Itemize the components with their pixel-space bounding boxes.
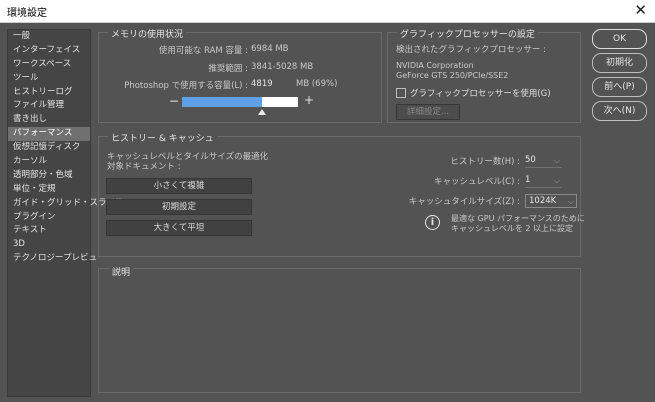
big-and-flat-button[interactable]: 大きくて平坦 [106,220,252,236]
sidebar-item[interactable]: ガイド・グリッド・スライス [8,197,123,211]
sidebar-item[interactable]: ファイル管理 [8,99,90,113]
sidebar-item[interactable]: カーソル [8,155,90,169]
gpu-tip-line2: キャッシュレベルを 2 以上に設定 [451,224,574,233]
ideal-range-value: 3841-5028 MB [251,62,314,72]
history-states-value: 50 [525,155,536,165]
use-gpu-label[interactable]: グラフィックプロセッサーを使用(G) [410,87,551,99]
cache-levels-dropdown[interactable]: 1 ⌵ [525,174,562,188]
cache-tile-size-label: キャッシュタイルサイズ(Z) : [408,197,520,207]
gpu-settings-title: グラフィックプロセッサーの設定 [397,27,538,40]
memory-usage-group: メモリの使用状況 使用可能な RAM 容量 : 6984 MB 推奨範囲 : 3… [98,27,382,123]
sidebar-item[interactable]: 仮想記憶ディスク [8,141,90,155]
gpu-settings-group: グラフィックプロセッサーの設定 検出されたグラフィックプロセッサー : NVID… [387,27,581,123]
gpu-model: GeForce GTS 250/PCIe/SSE2 [396,71,509,80]
dialog-body: 一般 インターフェイス ワークスペース ツール ヒストリーログ ファイル管理 書き出し パフォ… [0,23,655,402]
sidebar-item[interactable]: 透明部分・色域 [8,169,90,183]
memory-use-label: Photoshop で使用する容量(L) : [124,81,248,91]
memory-slider-fill [182,97,262,107]
cache-tile-size-dropdown[interactable]: 1024K ⌵ [525,194,577,208]
memory-slider-track[interactable] [182,97,298,107]
sidebar-item[interactable]: インターフェイス [8,44,90,58]
memory-use-input[interactable]: 4819 [251,79,273,89]
minus-icon: − [169,94,180,108]
info-icon: i [425,215,440,230]
history-states-dropdown[interactable]: 50 ⌵ [525,154,562,168]
sidebar-item[interactable]: 一般 [8,30,90,44]
memory-usage-title: メモリの使用状況 [108,27,187,40]
sidebar-item[interactable]: ワークスペース [8,58,90,72]
ideal-range-label: 推奨範囲 : [208,64,248,74]
use-gpu-checkbox[interactable] [396,88,406,98]
plus-icon: + [304,93,315,107]
memory-slider-thumb[interactable] [258,109,266,115]
prev-button[interactable]: 前へ(P) [592,77,647,97]
sidebar-item[interactable]: パフォーマンス [8,127,90,142]
description-group: 説明 [98,265,581,393]
cache-levels-value: 1 [525,175,531,185]
description-title: 説明 [109,265,134,278]
next-button[interactable]: 次へ(N) [592,101,647,121]
optimize-label-line2: 対象ドキュメント : [107,162,181,172]
available-ram-label: 使用可能な RAM 容量 : [158,46,248,56]
detected-gpu-label: 検出されたグラフィックプロセッサー : [396,45,546,55]
memory-use-percent: MB (69%) [296,79,338,89]
category-list: 一般 インターフェイス ワークスペース ツール ヒストリーログ ファイル管理 書き出し パフォ… [7,29,123,397]
cache-levels-label: キャッシュレベル(C) : [434,177,520,187]
cache-tile-size-value: 1024K [529,196,557,206]
chevron-down-icon: ⌵ [553,156,560,165]
history-states-label: ヒストリー数(H) : [450,157,520,167]
available-ram-value: 6984 MB [251,44,289,54]
tall-and-thin-button[interactable]: 小さくて複雑 [106,178,252,194]
preferences-window: 環境設定 ✕ 一般 インターフェイス ワークスペース ツール ヒストリーログ ファイル管理… [0,0,655,402]
sidebar-item[interactable]: テキスト [8,224,90,238]
sidebar-item[interactable]: プラグイン [8,211,90,225]
history-cache-group: ヒストリー & キャッシュ キャッシュレベルとタイルサイズの最適化 対象ドキュメ… [98,131,585,257]
ok-button[interactable]: OK [592,29,647,49]
chevron-down-icon: ⌵ [553,176,560,185]
sidebar-item[interactable]: テクノロジープレビュー [8,252,105,266]
default-button[interactable]: 初期設定 [106,199,252,215]
reset-button[interactable]: 初期化 [592,53,647,73]
sidebar-item[interactable]: 単位・定規 [8,183,90,197]
sidebar-item[interactable]: ヒストリーログ [8,86,90,100]
close-icon[interactable]: ✕ [634,1,647,19]
sidebar-item[interactable]: ツール [8,72,90,86]
sidebar-item[interactable]: 3D [8,238,90,252]
title-bar: 環境設定 ✕ [0,0,655,23]
gpu-vendor: NVIDIA Corporation [396,61,474,70]
window-title: 環境設定 [7,8,47,19]
history-cache-title: ヒストリー & キャッシュ [108,131,217,144]
sidebar-item[interactable]: 書き出し [8,113,90,127]
advanced-settings-button[interactable]: 詳細設定... [396,104,460,120]
chevron-down-icon: ⌵ [567,197,574,206]
